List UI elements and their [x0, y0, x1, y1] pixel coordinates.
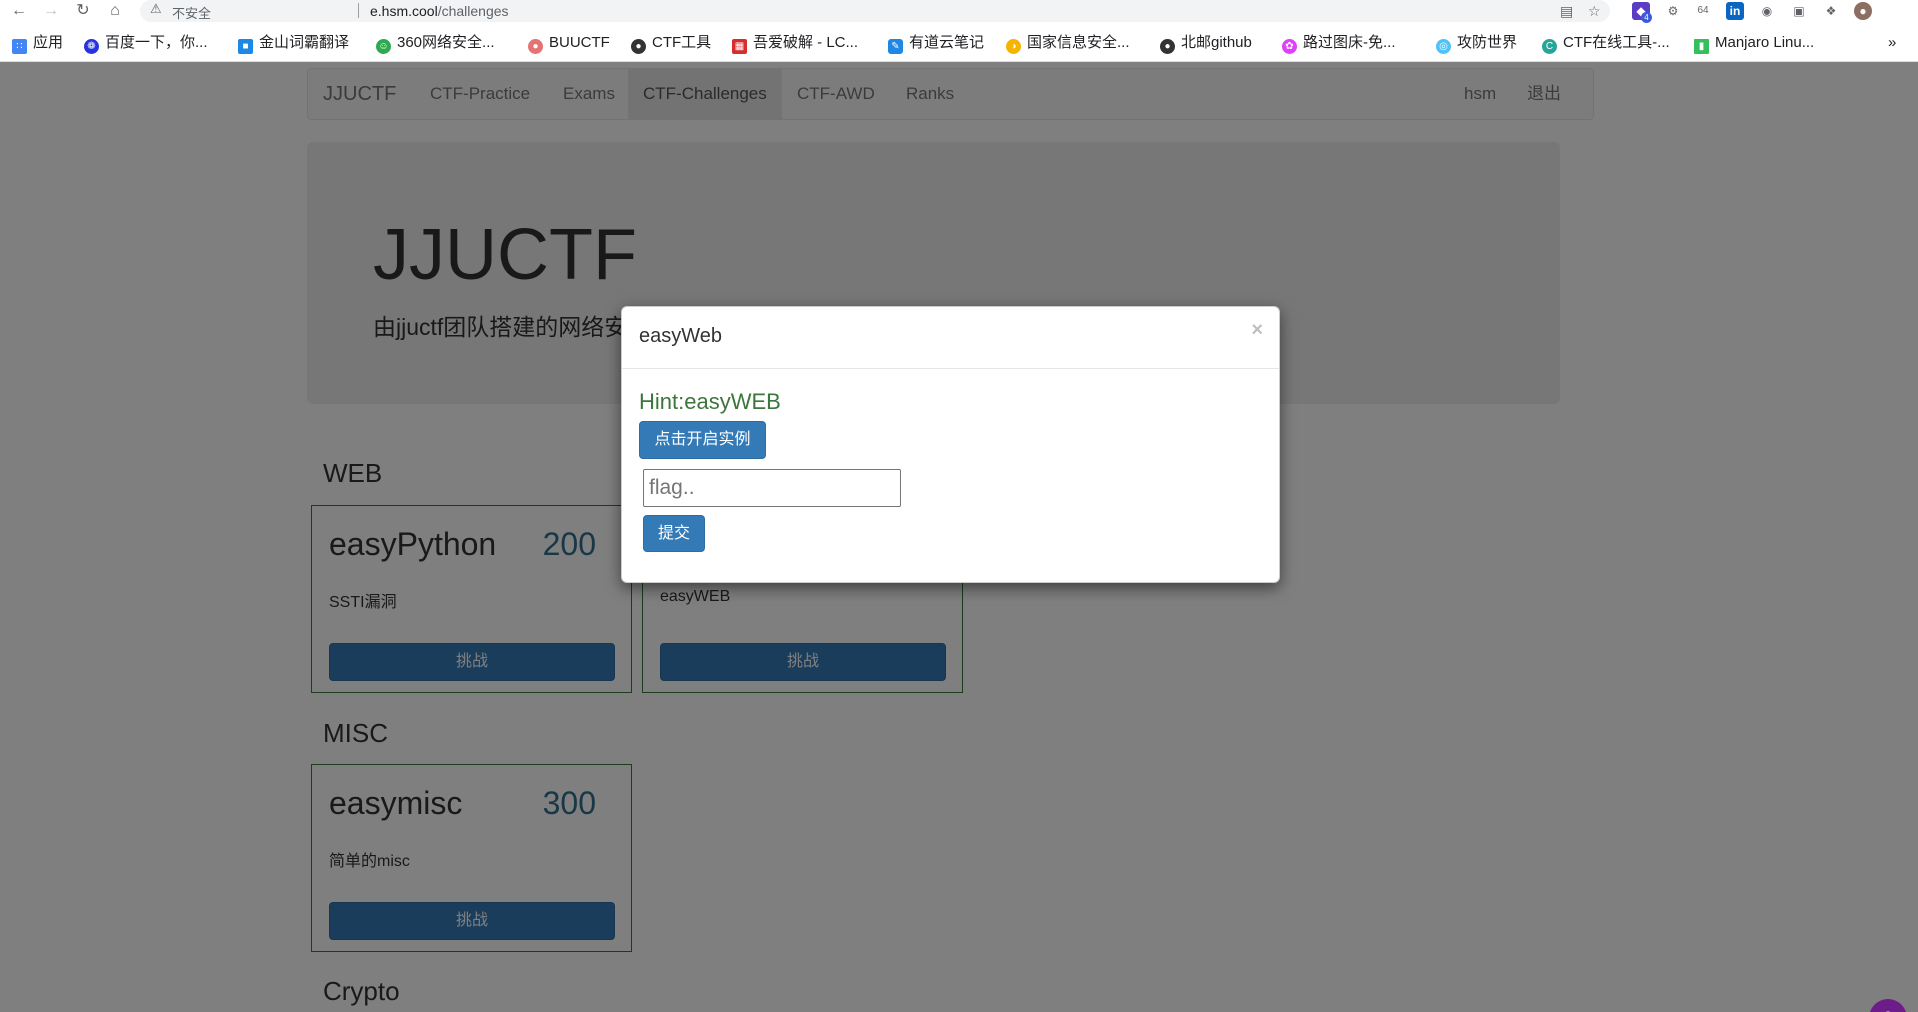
bookmark-label: CTF在线工具-...	[1563, 34, 1670, 51]
bookmark-label: BUUCTF	[549, 34, 610, 51]
avatar[interactable]: ●	[1854, 2, 1872, 20]
cnnvd-icon: ◑	[1006, 39, 1021, 54]
360-icon: ☺	[376, 39, 391, 54]
buuctf-icon: ●	[528, 39, 543, 54]
modal-title: easyWeb	[639, 325, 723, 347]
bookmark-label: 有道云笔记	[909, 34, 985, 51]
puzzle-icon[interactable]: ❖	[1822, 2, 1840, 20]
bookmark-360[interactable]: ☺ 360网络安全...	[376, 33, 495, 54]
bookmark-cnnvd[interactable]: ◑ 国家信息安全...	[1006, 33, 1130, 54]
extension-badge: 4	[1641, 12, 1652, 23]
52pojie-icon: ▦	[732, 39, 747, 54]
bookmark-label: Manjaro Linu...	[1715, 34, 1815, 51]
imgtu-icon: ✿	[1282, 39, 1297, 54]
challenge-modal: easyWeb × Hint:easyWEB 点击开启实例 提交	[621, 306, 1280, 583]
bookmark-label: 路过图床-免...	[1303, 34, 1396, 51]
close-icon[interactable]: ×	[1251, 319, 1263, 342]
bookmark-buuctf[interactable]: ● BUUCTF	[528, 33, 610, 54]
submit-flag-button[interactable]: 提交	[643, 515, 705, 552]
bookmark-youdao[interactable]: ✎ 有道云笔记	[888, 33, 985, 54]
bookmark-ctf-tools[interactable]: ● CTF工具	[631, 33, 712, 54]
warning-icon: ⚠	[150, 1, 162, 16]
bookmark-label: 应用	[33, 34, 64, 51]
star-icon[interactable]: ☆	[1588, 3, 1601, 20]
bookmark-label: 百度一下，你...	[105, 34, 208, 51]
bookmark-apps[interactable]: ∷ 应用	[12, 33, 64, 54]
github-icon: ●	[631, 39, 646, 54]
bookmark-label: 攻防世界	[1457, 34, 1518, 51]
divider	[358, 3, 359, 18]
insecure-label: 不安全	[172, 6, 212, 21]
bookmarks-bar: ∷ 应用 ❁ 百度一下，你... ■ 金山词霸翻译 ☺ 360网络安全... ● BUUC…	[0, 30, 1918, 56]
bookmark-ctf-online-tools[interactable]: C CTF在线工具-...	[1542, 33, 1670, 54]
bookmark-label: CTF工具	[652, 34, 712, 51]
translate-icon[interactable]: ▤	[1560, 3, 1573, 20]
home-icon[interactable]: ⌂	[104, 1, 126, 21]
challenge-hint: Hint:easyWEB	[639, 389, 781, 414]
url-text[interactable]: e.hsm.cool/challenges	[370, 3, 509, 19]
address-row: ← → ↻ ⌂ ⚠ 不安全 e.hsm.cool/challenges ▤ ☆ …	[0, 0, 1918, 23]
flag-input[interactable]	[643, 469, 901, 507]
bookmark-manjaro[interactable]: ▮ Manjaro Linu...	[1694, 33, 1815, 54]
modal-header: easyWeb ×	[622, 307, 1279, 369]
bookmark-bupt-github[interactable]: ● 北邮github	[1160, 33, 1252, 54]
forward-icon[interactable]: →	[40, 1, 62, 21]
browser-chrome: ← → ↻ ⌂ ⚠ 不安全 e.hsm.cool/challenges ▤ ☆ …	[0, 0, 1918, 62]
reload-icon[interactable]: ↻	[72, 1, 94, 21]
bookmark-baidu[interactable]: ❁ 百度一下，你...	[84, 33, 208, 54]
page: JJUCTF CTF-Practice Exams CTF-Challenges…	[0, 62, 1918, 1012]
bookmark-52pojie[interactable]: ▦ 吾爱破解 - LC...	[732, 33, 859, 54]
iciba-icon: ■	[238, 39, 253, 54]
github-icon: ●	[1160, 39, 1175, 54]
start-instance-button[interactable]: 点击开启实例	[639, 421, 766, 459]
bookmark-label: 北邮github	[1181, 34, 1252, 51]
ipv64-extension-icon[interactable]: 64	[1694, 2, 1712, 20]
bookmarks-more-icon[interactable]: »	[1888, 33, 1896, 53]
url-host: e.hsm.cool	[370, 3, 438, 19]
gear-extension-icon[interactable]: ⚙	[1664, 2, 1682, 20]
back-icon[interactable]: ←	[8, 1, 30, 21]
adworld-icon: ◎	[1436, 39, 1451, 54]
linkedin-icon[interactable]: in	[1726, 2, 1744, 20]
youdao-icon: ✎	[888, 39, 903, 54]
bookmark-label: 360网络安全...	[397, 34, 495, 51]
url-path: /challenges	[437, 3, 509, 19]
manjaro-icon: ▮	[1694, 39, 1709, 54]
address-bar[interactable]: ⚠ 不安全 e.hsm.cool/challenges ▤ ☆	[140, 0, 1610, 22]
baidu-icon: ❁	[84, 39, 99, 54]
bookmark-adworld[interactable]: ◎ 攻防世界	[1436, 33, 1518, 54]
bookmark-label: 吾爱破解 - LC...	[753, 34, 859, 51]
bookmark-imgtu[interactable]: ✿ 路过图床-免...	[1282, 33, 1396, 54]
globe-icon[interactable]: ◉	[1758, 2, 1776, 20]
ctf-tools-icon: C	[1542, 39, 1557, 54]
bookmark-label: 国家信息安全...	[1027, 34, 1130, 51]
bookmark-iciba[interactable]: ■ 金山词霸翻译	[238, 33, 350, 54]
apps-grid-icon: ∷	[12, 39, 27, 54]
bookmark-label: 金山词霸翻译	[259, 34, 350, 51]
window-icon[interactable]: ▣	[1790, 2, 1808, 20]
